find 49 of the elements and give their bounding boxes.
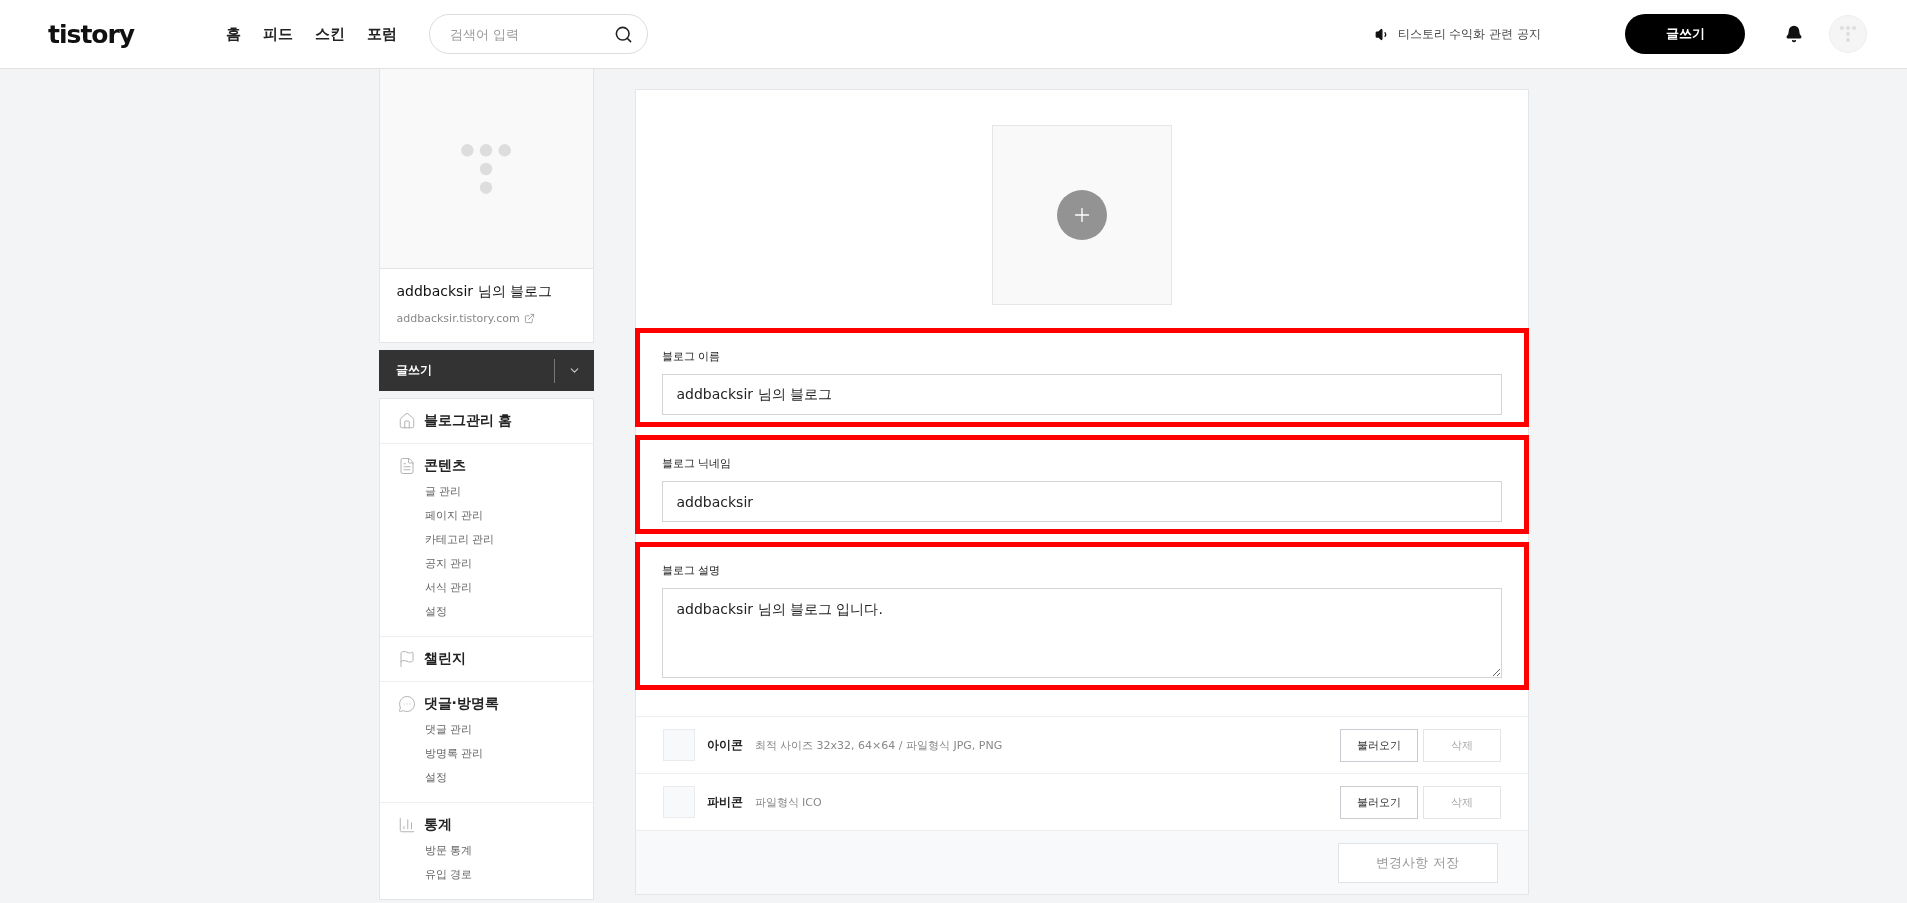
dots-logo-icon (1839, 25, 1857, 43)
nav-link[interactable]: 피드 (263, 24, 293, 44)
search-input[interactable]: 검색어 입력 (448, 25, 614, 43)
row-hint: 파일형식 ICO (754, 794, 823, 810)
input-field[interactable]: addbacksir (661, 481, 1502, 522)
blog-name: addbacksir 님의 블로그 (396, 283, 553, 301)
blog-url-link[interactable]: addbacksir.tistory.com (396, 312, 535, 325)
nav-link[interactable]: 포럼 (367, 24, 397, 44)
menu-section-title[interactable]: 챌린지 (397, 647, 575, 671)
row-hint: 최적 사이즈 32x32, 64×64 / 파일형식 JPG, PNG (754, 737, 1004, 753)
search-icon[interactable] (614, 24, 633, 44)
row-title: 아이콘 (706, 736, 743, 754)
menu-section-title[interactable]: 통계 (397, 813, 575, 837)
chat-bubble-icon (397, 695, 416, 713)
image-upload-box[interactable] (991, 125, 1172, 305)
load-button[interactable]: 불러오기 (1339, 728, 1418, 762)
write-button[interactable]: 글쓰기 (1625, 14, 1745, 54)
input-field[interactable]: addbacksir 님의 블로그 (661, 374, 1502, 415)
write-button[interactable]: 글쓰기 (378, 350, 554, 391)
menu-section-title[interactable]: 블로그관리 홈 (397, 409, 575, 433)
row-title: 파비콘 (706, 793, 743, 811)
document-icon (397, 457, 416, 475)
menu-item[interactable]: 방문 통계 (424, 839, 575, 863)
logo[interactable]: tistory (48, 19, 178, 49)
menu-item[interactable]: 공지 관리 (424, 552, 575, 576)
plus-icon[interactable] (1056, 190, 1107, 240)
bar-chart-icon (397, 816, 416, 834)
menu-item[interactable]: 방명록 관리 (424, 742, 575, 766)
external-link-icon (523, 313, 535, 324)
nav-link[interactable]: 홈 (226, 24, 241, 44)
house-icon (397, 412, 416, 430)
flag-icon (397, 650, 416, 668)
menu-item[interactable]: 페이지 관리 (424, 504, 575, 528)
menu-item[interactable]: 서식 관리 (424, 576, 575, 600)
field-label: 블로그 설명 (661, 563, 721, 578)
menu-section-title[interactable]: 콘텐츠 (397, 454, 575, 478)
bell-icon[interactable] (1785, 25, 1803, 43)
nav-link[interactable]: 스킨 (315, 24, 345, 44)
load-button[interactable]: 불러오기 (1339, 785, 1418, 819)
menu-item[interactable]: 글 관리 (424, 480, 575, 504)
field-label: 블로그 이름 (661, 349, 721, 364)
menu-item[interactable]: 설정 (424, 600, 575, 624)
field-label: 블로그 닉네임 (661, 456, 732, 471)
menu-item[interactable]: 댓글 관리 (424, 718, 575, 742)
menu-item[interactable]: 카테고리 관리 (424, 528, 575, 552)
menu-item[interactable]: 설정 (424, 766, 575, 790)
menu-item[interactable]: 유입 경로 (424, 863, 575, 887)
description-field[interactable]: addbacksir 님의 블로그 입니다. (661, 588, 1502, 678)
menu-section-title[interactable]: 댓글·방명록 (397, 692, 575, 716)
